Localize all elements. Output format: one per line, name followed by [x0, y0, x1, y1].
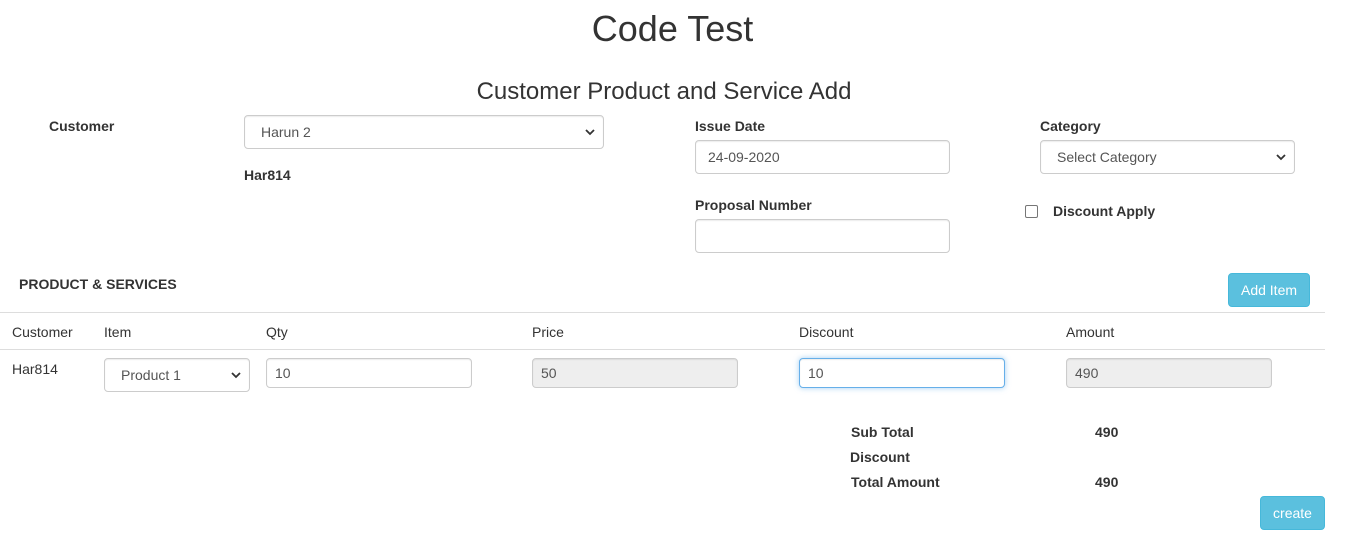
chevron-down-icon: [585, 127, 595, 137]
issue-date-input[interactable]: 24-09-2020: [695, 140, 950, 174]
customer-select-value: Harun 2: [261, 124, 311, 140]
col-header-amount: Amount: [1066, 324, 1115, 340]
category-label: Category: [1040, 118, 1101, 134]
table-top-divider: [0, 312, 1325, 313]
category-select-value: Select Category: [1057, 149, 1157, 165]
subtotal-value: 490: [1095, 424, 1119, 440]
add-item-button[interactable]: Add Item: [1228, 273, 1310, 307]
col-header-customer: Customer: [12, 324, 73, 340]
page-title: Code Test: [591, 8, 754, 49]
row-qty-input[interactable]: 10: [266, 358, 472, 388]
discount-apply-checkbox[interactable]: [1025, 205, 1038, 218]
create-button[interactable]: create: [1260, 496, 1325, 530]
discount-apply-label: Discount Apply: [1053, 203, 1156, 219]
col-header-discount: Discount: [799, 324, 854, 340]
page-subtitle: Customer Product and Service Add: [476, 78, 852, 105]
col-header-price: Price: [532, 324, 564, 340]
row-customer: Har814: [12, 361, 58, 377]
col-header-qty: Qty: [266, 324, 288, 340]
subtotal-label: Sub Total: [851, 424, 914, 440]
issue-date-label: Issue Date: [695, 118, 766, 134]
chevron-down-icon: [231, 370, 241, 380]
chevron-down-icon: [1276, 152, 1286, 162]
col-header-item: Item: [104, 324, 132, 340]
total-amount-label: Total Amount: [851, 474, 940, 490]
proposal-number-label: Proposal Number: [695, 197, 812, 213]
proposal-number-input[interactable]: [695, 219, 950, 253]
row-item-select[interactable]: Product 1: [104, 358, 250, 392]
customer-label: Customer: [49, 118, 115, 134]
row-item-select-value: Product 1: [121, 367, 181, 383]
table-header-divider: [0, 349, 1325, 350]
category-select[interactable]: Select Category: [1040, 140, 1295, 174]
row-price-input: 50: [532, 358, 738, 388]
row-amount-input: 490: [1066, 358, 1272, 388]
total-amount-value: 490: [1095, 474, 1119, 490]
products-section-title: PRODUCT & SERVICES: [19, 276, 177, 292]
customer-code: Har814: [244, 167, 291, 183]
customer-select[interactable]: Harun 2: [244, 115, 604, 149]
discount-total-label: Discount: [850, 449, 910, 465]
row-discount-input[interactable]: 10: [799, 358, 1005, 388]
